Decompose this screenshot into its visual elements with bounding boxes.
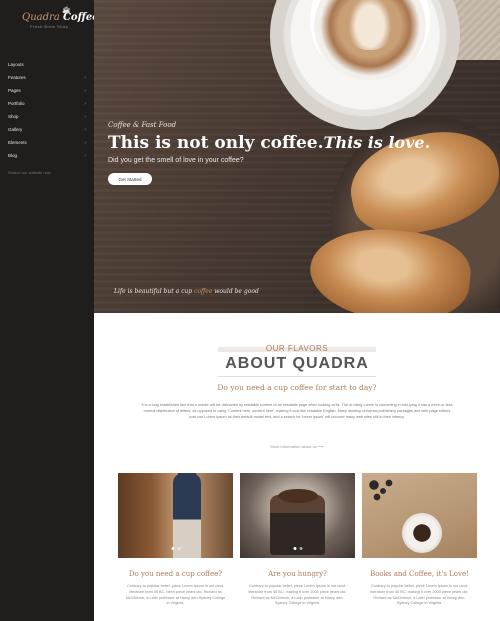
logo-brand-part1: Quadra [22, 12, 60, 23]
hero-subtitle: Did you get the smell of love in your co… [108, 157, 244, 164]
sidebar-item-portfolio[interactable]: Portfolio › [0, 97, 94, 110]
about-body: It is a long established fact that a rea… [141, 403, 453, 419]
sidebar-item-label: Portfolio [8, 101, 25, 106]
hero-banner: Coffee & Fast Food This is not only coff… [94, 0, 500, 313]
card-body: Contrary to popular belief, piece Lorem … [248, 584, 347, 606]
slider-dot[interactable] [293, 547, 296, 550]
chevron-right-icon: › [84, 87, 86, 94]
get-started-button[interactable]: Get Started [108, 173, 152, 185]
card-body: Contrary to popular belief, piece Lorem … [370, 584, 469, 606]
chevron-right-icon: › [84, 74, 86, 81]
hero-quote-before: Life is beautiful but a cup [114, 288, 193, 295]
coffee-beans-image [278, 489, 318, 503]
chevron-right-icon: › [84, 113, 86, 120]
coffee-beans-image [362, 473, 422, 513]
card-image-slider[interactable] [240, 473, 355, 558]
person-image [173, 473, 201, 558]
feature-card: Do you need a cup coffee? Contrary to po… [118, 473, 233, 607]
site-logo[interactable]: ☕ Quadra Coffee Fresh Brew Shop [22, 7, 99, 38]
sidebar-item-label: Blog [8, 153, 18, 158]
hero-title-italic: This is love. [323, 133, 431, 152]
feature-card: Are you hungry? Contrary to popular beli… [240, 473, 355, 607]
sidebar-item-label: Layouts [8, 62, 24, 67]
chevron-right-icon: › [84, 152, 86, 159]
hero-quote-highlight: coffee [194, 288, 213, 295]
sidebar-item-label: Elements [8, 140, 27, 145]
moka-pot-image [270, 495, 325, 555]
sidebar-item-features[interactable]: Features › [0, 71, 94, 84]
sidebar-item-label: Pages [8, 88, 21, 93]
sidebar-nav: Layouts Features › Pages › Portfolio › Shop… [0, 58, 94, 162]
hero-latte-art-image [345, 0, 395, 50]
sidebar-item-shop[interactable]: Shop › [0, 110, 94, 123]
feature-card: Books and Coffee, it's Love! Contrary to… [362, 473, 477, 607]
slider-dots [293, 547, 302, 550]
sidebar-item-pages[interactable]: Pages › [0, 84, 94, 97]
about-title: ABOUT QUADRA [225, 355, 369, 372]
about-kicker: OUR FLAVORS [265, 344, 329, 353]
card-title: Do you need a cup coffee? [128, 570, 223, 578]
sidebar-item-label: Gallery [8, 127, 23, 132]
search-input[interactable] [8, 168, 88, 176]
sidebar-item-blog[interactable]: Blog › [0, 149, 94, 162]
coffee-cup-image [402, 513, 442, 553]
chevron-right-icon: › [84, 139, 86, 146]
slider-dot[interactable] [171, 547, 174, 550]
card-body: Contrary to popular belief, piece Lorem … [125, 584, 226, 606]
sidebar: ☕ Quadra Coffee Fresh Brew Shop Layouts … [0, 0, 99, 621]
card-title: Books and Coffee, it's Love! [370, 570, 469, 578]
hero-quote: Life is beautiful but a cup coffee would… [114, 288, 259, 295]
sidebar-item-gallery[interactable]: Gallery › [0, 123, 94, 136]
sidebar-item-label: Features [8, 75, 26, 80]
about-divider [218, 376, 376, 377]
sidebar-item-label: Shop [8, 114, 19, 119]
hero-kicker: Coffee & Fast Food [108, 121, 177, 129]
chevron-right-icon: › [84, 126, 86, 133]
chevron-right-icon: › [84, 100, 86, 107]
about-subtitle: Do you need a cup coffee for start to da… [217, 383, 377, 392]
more-info-link[interactable]: More information about us ⟶ [94, 444, 500, 449]
coffee-cup-icon: ☕ [62, 7, 71, 14]
card-title: Are you hungry? [268, 570, 327, 578]
logo-tagline: Fresh Brew Shop [30, 24, 69, 29]
card-image [362, 473, 477, 558]
slider-dot[interactable] [299, 547, 302, 550]
sidebar-item-layouts[interactable]: Layouts [0, 58, 94, 71]
card-image-slider[interactable] [118, 473, 233, 558]
sidebar-item-elements[interactable]: Elements › [0, 136, 94, 149]
hero-quote-after: would be good [214, 288, 259, 295]
slider-dots [171, 547, 180, 550]
hero-title: This is not only coffee.This is love. [108, 133, 430, 153]
slider-dot[interactable] [177, 547, 180, 550]
hero-title-main: This is not only coffee. [108, 133, 324, 153]
